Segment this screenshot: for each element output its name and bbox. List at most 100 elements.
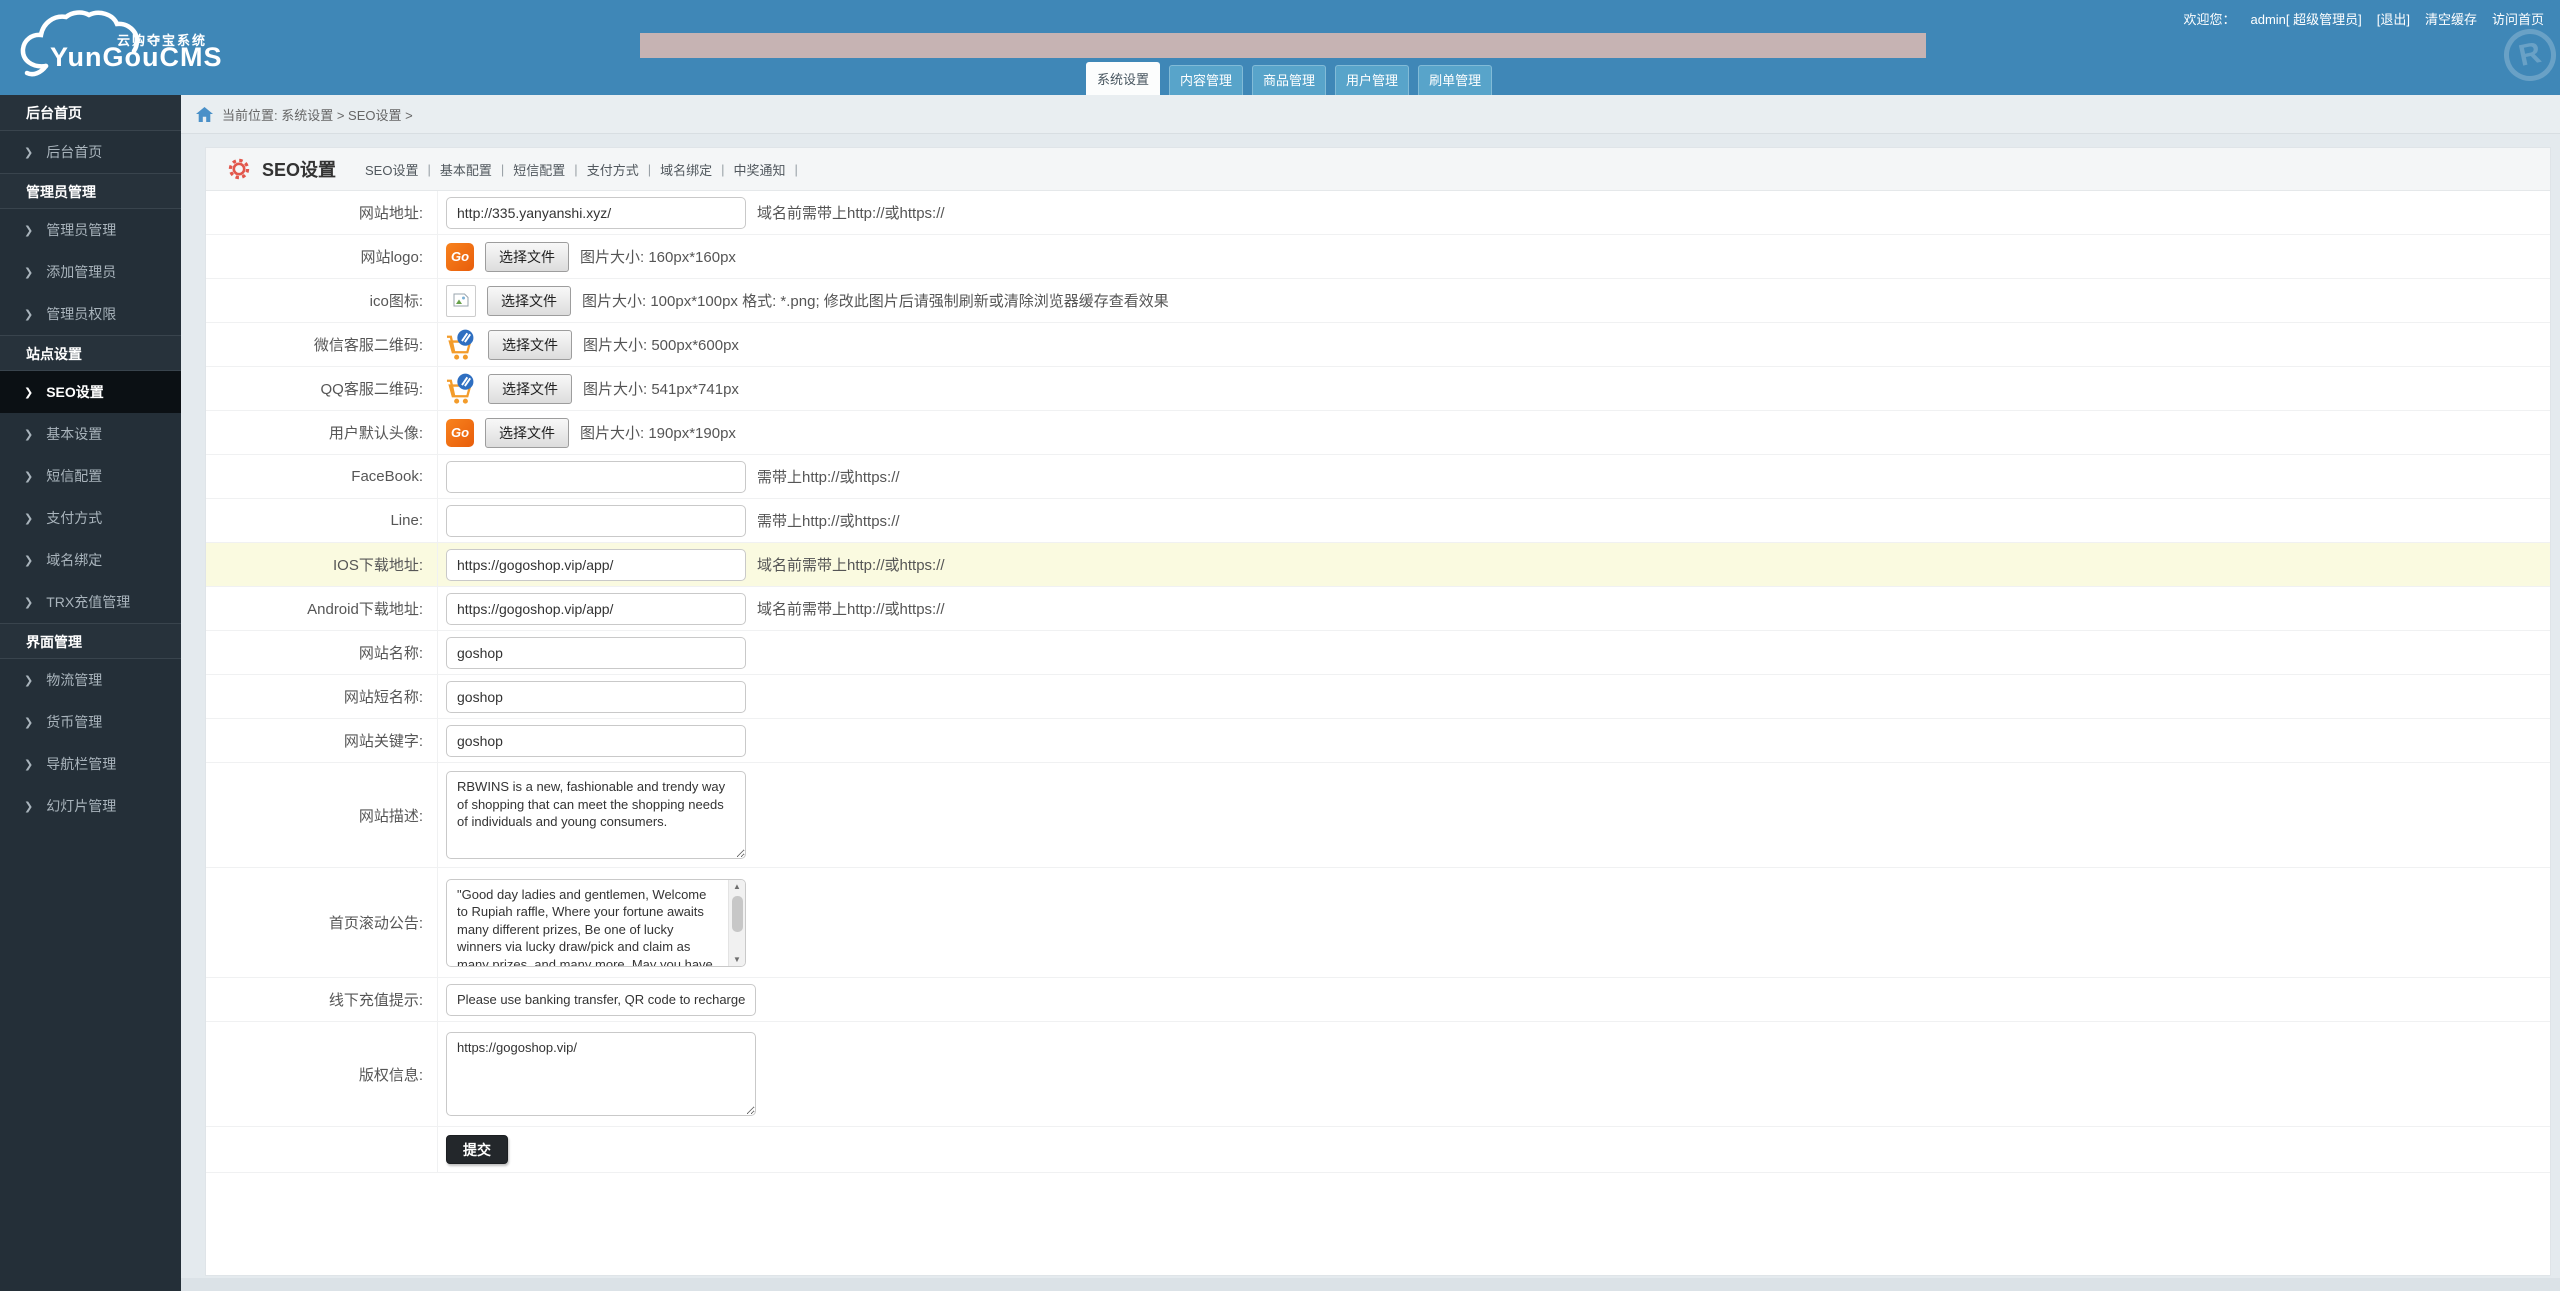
- tab-system-settings[interactable]: 系统设置: [1086, 62, 1160, 95]
- sidebar-item-navbar[interactable]: ❯ 导航栏管理: [0, 743, 181, 785]
- link-payment-methods[interactable]: 支付方式: [578, 160, 648, 179]
- page-title: SEO设置: [262, 156, 336, 182]
- link-basic-config[interactable]: 基本配置: [431, 160, 501, 179]
- form-row-ico: ico图标: 选择文件 图片大小: 100px*100px 格式: *.png;…: [206, 279, 2550, 323]
- field-hint: 图片大小: 160px*160px: [580, 246, 736, 267]
- site-url-input[interactable]: [446, 197, 746, 229]
- sidebar-item-sms-config[interactable]: ❯ 短信配置: [0, 455, 181, 497]
- facebook-input[interactable]: [446, 461, 746, 493]
- field-hint: 图片大小: 190px*190px: [580, 422, 736, 443]
- sidebar-item-label: SEO设置: [46, 382, 104, 402]
- field-hint: 域名前需带上http://或https://: [757, 554, 945, 575]
- wechat-qr-file-button[interactable]: 选择文件: [488, 330, 572, 360]
- qq-qr-file-button[interactable]: 选择文件: [488, 374, 572, 404]
- site-short-name-input[interactable]: [446, 681, 746, 713]
- sidebar-group-interface[interactable]: 界面管理: [0, 623, 181, 659]
- form-row-site-logo: 网站logo: Go 选择文件 图片大小: 160px*160px: [206, 235, 2550, 279]
- site-logo-file-button[interactable]: 选择文件: [485, 242, 569, 272]
- sidebar-item-basic-settings[interactable]: ❯ 基本设置: [0, 413, 181, 455]
- tab-product-management[interactable]: 商品管理: [1252, 65, 1326, 95]
- sidebar-item-label: 管理员管理: [46, 220, 116, 240]
- cart-logo-thumbnail: [446, 328, 477, 361]
- ios-download-input[interactable]: [446, 549, 746, 581]
- tab-user-management[interactable]: 用户管理: [1335, 65, 1409, 95]
- gear-icon: [228, 158, 250, 180]
- sidebar-item-label: 短信配置: [46, 466, 102, 486]
- broken-image-icon: [446, 285, 476, 317]
- form-row-site-url: 网站地址: 域名前需带上http://或https://: [206, 191, 2550, 235]
- main-nav-tabs: 系统设置 内容管理 商品管理 用户管理 刷单管理: [1086, 62, 1492, 95]
- link-seo-settings[interactable]: SEO设置: [356, 160, 427, 179]
- android-download-input[interactable]: [446, 593, 746, 625]
- chevron-right-icon: ❯: [24, 428, 33, 441]
- app-logo[interactable]: 云购夺宝系统 YunGouCMS: [16, 6, 226, 86]
- scroll-down-icon[interactable]: ▼: [733, 953, 741, 966]
- offline-recharge-input[interactable]: [446, 984, 756, 1016]
- line-input[interactable]: [446, 505, 746, 537]
- site-description-textarea[interactable]: RBWINS is a new, fashionable and trendy …: [446, 771, 746, 859]
- site-name-input[interactable]: [446, 637, 746, 669]
- chevron-right-icon: ❯: [24, 266, 33, 279]
- scroll-up-icon[interactable]: ▲: [733, 880, 741, 893]
- link-domain-binding[interactable]: 域名绑定: [651, 160, 721, 179]
- site-keywords-input[interactable]: [446, 725, 746, 757]
- sidebar-item-currency[interactable]: ❯ 货币管理: [0, 701, 181, 743]
- field-label: FaceBook:: [206, 455, 438, 498]
- link-sms-config[interactable]: 短信配置: [504, 160, 574, 179]
- cart-logo-thumbnail: [446, 372, 477, 405]
- sidebar-item-trx-recharge[interactable]: ❯ TRX充值管理: [0, 581, 181, 623]
- home-notice-textarea[interactable]: "Good day ladies and gentlemen, Welcome …: [446, 879, 746, 967]
- chevron-right-icon: ❯: [24, 386, 33, 399]
- form-row-submit: 提交: [206, 1127, 2550, 1173]
- sidebar-item-admin-permissions[interactable]: ❯ 管理员权限: [0, 293, 181, 335]
- seo-settings-panel: SEO设置 SEO设置 | 基本配置 | 短信配置 | 支付方式 | 域名绑定 …: [205, 147, 2551, 1276]
- sidebar-item-domain-binding[interactable]: ❯ 域名绑定: [0, 539, 181, 581]
- field-hint: 需带上http://或https://: [757, 510, 900, 531]
- sidebar-item-admin-management[interactable]: ❯ 管理员管理: [0, 209, 181, 251]
- panel-header: SEO设置 SEO设置 | 基本配置 | 短信配置 | 支付方式 | 域名绑定 …: [206, 148, 2550, 191]
- form-row-line: Line: 需带上http://或https://: [206, 499, 2550, 543]
- sidebar-group-site-settings[interactable]: 站点设置: [0, 335, 181, 371]
- field-hint: 域名前需带上http://或https://: [757, 202, 945, 223]
- scrollbar-thumb[interactable]: [732, 896, 743, 932]
- sidebar-item-home[interactable]: ❯ 后台首页: [0, 131, 181, 173]
- chevron-right-icon: ❯: [24, 224, 33, 237]
- form-row-facebook: FaceBook: 需带上http://或https://: [206, 455, 2550, 499]
- field-hint: 域名前需带上http://或https://: [757, 598, 945, 619]
- form-row-default-avatar: 用户默认头像: Go 选择文件 图片大小: 190px*190px: [206, 411, 2550, 455]
- tab-order-brush-management[interactable]: 刷单管理: [1418, 65, 1492, 95]
- field-hint: 图片大小: 500px*600px: [583, 334, 739, 355]
- sidebar-item-seo-settings[interactable]: ❯ SEO设置: [0, 371, 181, 413]
- logout-link[interactable]: [退出]: [2377, 9, 2410, 28]
- welcome-bar: 欢迎您： admin[ 超级管理员] [退出] 清空缓存 访问首页: [2183, 9, 2544, 28]
- visit-home-link[interactable]: 访问首页: [2492, 9, 2544, 28]
- field-label: 微信客服二维码:: [206, 323, 438, 366]
- field-label: 网站logo:: [206, 235, 438, 278]
- field-label: 网站描述:: [206, 763, 438, 867]
- field-label: 线下充值提示:: [206, 978, 438, 1021]
- sidebar-group-admin[interactable]: 管理员管理: [0, 173, 181, 209]
- tab-content-management[interactable]: 内容管理: [1169, 65, 1243, 95]
- default-avatar-file-button[interactable]: 选择文件: [485, 418, 569, 448]
- form-row-home-notice: 首页滚动公告: "Good day ladies and gentlemen, …: [206, 868, 2550, 978]
- copyright-textarea[interactable]: https://gogoshop.vip/: [446, 1032, 756, 1116]
- sidebar-item-label: 后台首页: [46, 142, 102, 162]
- sidebar-group-home[interactable]: 后台首页: [0, 95, 181, 131]
- welcome-text: 欢迎您：: [2183, 9, 2235, 28]
- ico-file-button[interactable]: 选择文件: [487, 286, 571, 316]
- sidebar-item-add-admin[interactable]: ❯ 添加管理员: [0, 251, 181, 293]
- link-win-notice[interactable]: 中奖通知: [725, 160, 795, 179]
- sidebar-item-logistics[interactable]: ❯ 物流管理: [0, 659, 181, 701]
- field-hint: 图片大小: 100px*100px 格式: *.png; 修改此图片后请强制刷新…: [582, 290, 1169, 311]
- chevron-right-icon: ❯: [24, 554, 33, 567]
- sidebar-item-slideshow[interactable]: ❯ 幻灯片管理: [0, 785, 181, 827]
- form-row-site-keywords: 网站关键字:: [206, 719, 2550, 763]
- sidebar-item-payment-methods[interactable]: ❯ 支付方式: [0, 497, 181, 539]
- form-row-ios-download: IOS下载地址: 域名前需带上http://或https://: [206, 543, 2550, 587]
- footer-strip: [181, 1278, 2560, 1291]
- clear-cache-link[interactable]: 清空缓存: [2425, 9, 2477, 28]
- sidebar-item-label: 管理员权限: [46, 304, 116, 324]
- top-header: 云购夺宝系统 YunGouCMS 欢迎您： admin[ 超级管理员] [退出]…: [0, 0, 2560, 95]
- submit-button[interactable]: 提交: [446, 1135, 508, 1164]
- textarea-scrollbar[interactable]: ▲ ▼: [728, 880, 745, 966]
